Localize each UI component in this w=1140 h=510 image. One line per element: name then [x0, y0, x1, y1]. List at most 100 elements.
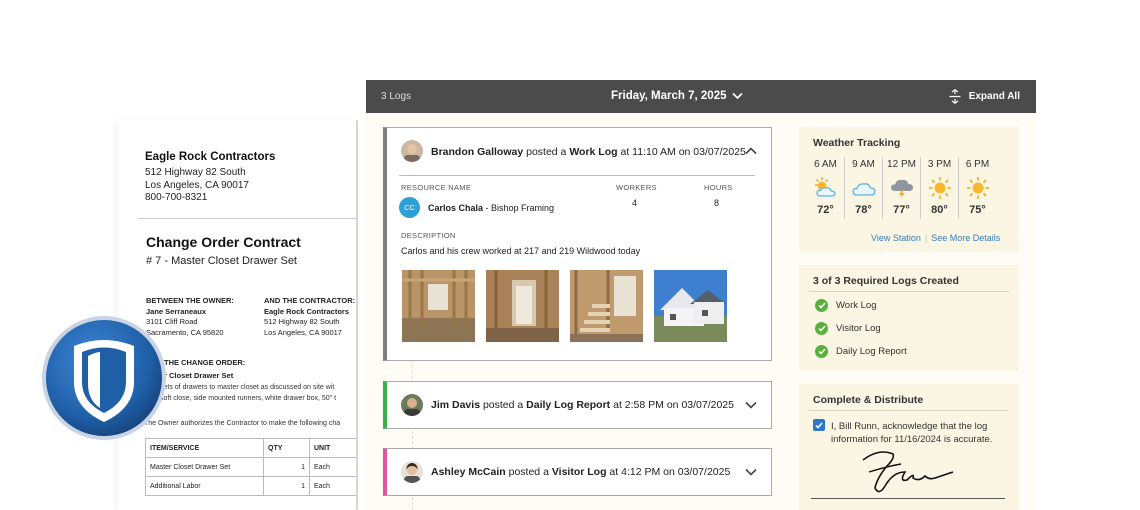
acknowledge-checkbox[interactable]: [813, 419, 825, 431]
log-date: 03/07/2025: [681, 399, 734, 411]
resource-name-label: RESOURCE NAME: [401, 183, 472, 192]
document-address: 512 Highway 82 South Los Angeles, CA 900…: [145, 167, 249, 205]
check-circle-icon: [815, 345, 828, 358]
log-at: at: [609, 466, 619, 478]
resource-company: - Bishop Framing: [483, 203, 555, 213]
contractor-heading: AND THE CONTRACTOR:: [264, 296, 356, 305]
chevron-up-icon[interactable]: [744, 144, 758, 158]
complete-distribute-panel: Complete & Distribute I, Bill Runn, ackn…: [799, 384, 1019, 510]
chevron-down-icon[interactable]: [744, 465, 758, 479]
body-line: sets of drawers to master closet as disc…: [160, 384, 335, 391]
document-divider: [138, 218, 356, 219]
site-photo[interactable]: [654, 270, 727, 342]
contractor-block: AND THE CONTRACTOR: Eagle Rock Contracto…: [264, 296, 355, 338]
daily-logs-app: 3 Logs Friday, March 7, 2025 Expand All …: [366, 80, 1036, 510]
weather-separator: [844, 157, 845, 219]
log-verb: posted a: [508, 466, 549, 478]
owner-heading: BETWEEN THE OWNER:: [146, 296, 234, 305]
contractor-name: Eagle Rock Contractors: [264, 306, 350, 316]
cloud-icon: [852, 183, 876, 196]
storm-icon: [891, 179, 913, 199]
weather-hour: 6 PM 75°: [961, 157, 994, 219]
avatar: [401, 394, 423, 416]
hours-value: 8: [714, 198, 720, 208]
log-author: Ashley McCain: [431, 466, 506, 478]
table-header-row: ITEM/SERVICE QTY UNIT: [145, 438, 356, 458]
weather-time: 9 AM: [852, 159, 875, 170]
site-photo[interactable]: [570, 270, 643, 342]
log-date: 03/07/2025: [677, 466, 731, 478]
check-circle-icon: [815, 299, 828, 312]
document-title: Change Order Contract: [146, 234, 301, 250]
card-divider: [399, 175, 755, 176]
selected-date: Friday, March 7, 2025: [611, 90, 727, 102]
expand-icon: [949, 89, 961, 104]
daily-log-report-card[interactable]: Jim Davis posted a Daily Log Report at 2…: [383, 381, 772, 429]
table-cell: Master Closet Drawer Set: [145, 457, 264, 477]
log-header: Brandon Galloway posted a Work Log at 11…: [431, 146, 746, 158]
weather-temp: 80°: [931, 204, 948, 216]
work-log-card[interactable]: Brandon Galloway posted a Work Log at 11…: [383, 127, 772, 361]
site-photo[interactable]: [486, 270, 559, 342]
contractor-line: Los Angeles, CA 90017: [264, 327, 342, 337]
expand-all-button[interactable]: Expand All: [949, 89, 1020, 104]
weather-hour: 3 PM 80°: [923, 157, 956, 219]
table-row: Master Closet Drawer Set 1 Each: [145, 457, 356, 477]
address-line: 512 Highway 82 South: [145, 167, 246, 178]
weather-temp: 72°: [817, 204, 834, 216]
required-log-label: Work Log: [836, 300, 877, 311]
log-header: Ashley McCain posted a Visitor Log at 4:…: [431, 466, 730, 478]
site-photo[interactable]: [402, 270, 475, 342]
required-log-item: Work Log: [815, 299, 876, 312]
view-station-link[interactable]: View Station: [871, 233, 921, 243]
log-time: 2:58 PM: [624, 399, 664, 411]
weather-temp: 77°: [893, 204, 910, 216]
visitor-log-card[interactable]: Ashley McCain posted a Visitor Log at 4:…: [383, 448, 772, 496]
document-company: Eagle Rock Contractors: [145, 151, 276, 163]
required-log-label: Daily Log Report: [836, 346, 907, 357]
weather-panel: Weather Tracking 6 AM 72° 9 AM 78° 12 PM…: [799, 127, 1019, 252]
weather-hour: 12 PM 77°: [885, 157, 918, 219]
table-header: UNIT: [309, 438, 356, 458]
change-order-subtitle: r Closet Drawer Set: [164, 371, 234, 380]
log-type: Daily Log Report: [526, 399, 611, 411]
workers-value: 4: [632, 198, 638, 208]
required-log-item: Daily Log Report: [815, 345, 907, 358]
see-more-details-link[interactable]: See More Details: [931, 233, 1000, 243]
weather-separator: [882, 157, 883, 219]
log-author: Brandon Galloway: [431, 146, 524, 158]
table-cell: Each: [309, 457, 356, 477]
body-line: soft close, side mounted runners, white …: [160, 394, 337, 402]
panel-divider: [809, 291, 1009, 292]
required-logs-panel: 3 of 3 Required Logs Created Work Log Vi…: [799, 265, 1019, 371]
avatar: [401, 461, 423, 483]
avatar: [401, 140, 423, 162]
authorization-text: The Owner authorizes the Contractor to m…: [144, 420, 341, 427]
change-order-heading: THE CHANGE ORDER:: [164, 358, 246, 367]
items-table: ITEM/SERVICE QTY UNIT Master Closet Draw…: [145, 438, 356, 496]
marketing-composite: Eagle Rock Contractors 512 Highway 82 So…: [0, 0, 1140, 510]
weather-title: Weather Tracking: [813, 137, 901, 149]
table-header: QTY: [263, 438, 310, 458]
required-log-label: Visitor Log: [836, 323, 881, 334]
sun-icon: [967, 177, 989, 199]
resource-name: Carlos Chala - Bishop Framing: [428, 203, 554, 213]
weather-hour: 6 AM 72°: [809, 157, 842, 219]
log-time: 4:12 PM: [621, 466, 661, 478]
table-cell: Additional Labor: [145, 476, 264, 496]
date-selector[interactable]: Friday, March 7, 2025: [611, 90, 744, 102]
table-row: Additional Labor 1 Each: [145, 476, 356, 496]
log-on: on: [666, 399, 679, 411]
log-on: on: [663, 466, 675, 478]
resource-person: Carlos Chala: [428, 203, 484, 213]
distribute-title: Complete & Distribute: [813, 394, 924, 406]
document-subtitle: # 7 - Master Closet Drawer Set: [146, 255, 297, 267]
description-label: DESCRIPTION: [401, 231, 456, 240]
chevron-down-icon: [732, 92, 744, 100]
weather-links: View Station | See More Details: [871, 233, 1000, 243]
weather-time: 12 PM: [887, 159, 916, 170]
signature-line: [811, 498, 1005, 499]
log-verb: posted a: [526, 146, 567, 158]
log-type: Visitor Log: [551, 466, 607, 478]
chevron-down-icon[interactable]: [744, 398, 758, 412]
